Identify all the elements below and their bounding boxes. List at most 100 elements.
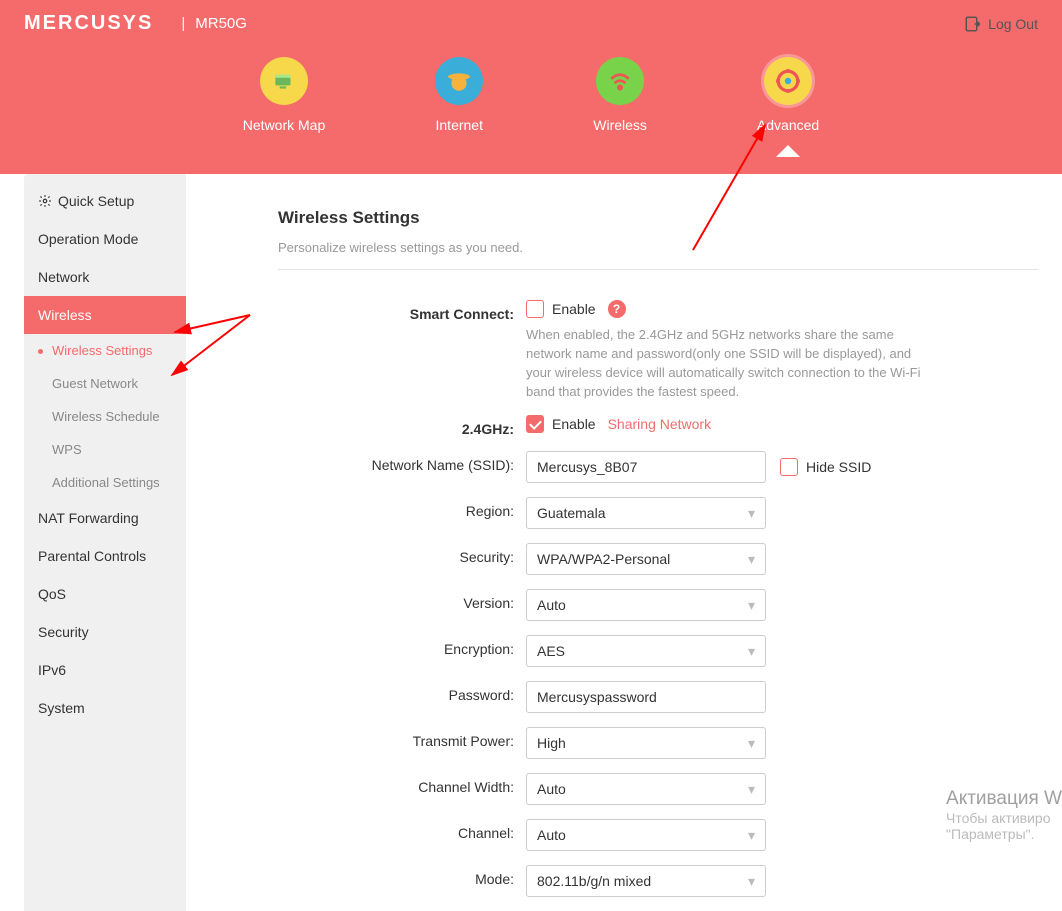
row-mode: Mode: 802.11b/g/n mixed ▾ bbox=[278, 865, 1038, 897]
chevron-down-icon: ▾ bbox=[748, 735, 755, 752]
security-value: WPA/WPA2-Personal bbox=[537, 551, 670, 567]
ssid-label: Network Name (SSID): bbox=[278, 451, 526, 473]
help-icon[interactable]: ? bbox=[608, 300, 626, 318]
sidebar-additional-settings-label: Additional Settings bbox=[52, 475, 160, 490]
sidebar-item-ipv6[interactable]: IPv6 bbox=[24, 651, 186, 689]
sidebar-subitem-guest-network[interactable]: Guest Network bbox=[24, 367, 186, 400]
mode-select[interactable]: 802.11b/g/n mixed ▾ bbox=[526, 865, 766, 897]
tab-network-map-label: Network Map bbox=[243, 117, 325, 133]
chevron-down-icon: ▾ bbox=[748, 551, 755, 568]
password-label: Password: bbox=[278, 681, 526, 703]
band-24-enable-label: Enable bbox=[552, 416, 596, 432]
sidebar-item-operation-mode[interactable]: Operation Mode bbox=[24, 220, 186, 258]
sidebar-quick-setup-label: Quick Setup bbox=[58, 193, 134, 209]
chevron-down-icon: ▾ bbox=[748, 827, 755, 844]
channel-select[interactable]: Auto ▾ bbox=[526, 819, 766, 851]
sidebar-wireless-label: Wireless bbox=[38, 307, 92, 323]
transmit-power-select[interactable]: High ▾ bbox=[526, 727, 766, 759]
chevron-down-icon: ▾ bbox=[748, 505, 755, 522]
smart-connect-checkbox[interactable] bbox=[526, 300, 544, 318]
row-channel-width: Channel Width: Auto ▾ bbox=[278, 773, 1038, 805]
mode-value: 802.11b/g/n mixed bbox=[537, 873, 651, 889]
row-24ghz: 2.4GHz: Enable Sharing Network bbox=[278, 415, 1038, 437]
row-password: Password: bbox=[278, 681, 1038, 713]
tab-advanced-label: Advanced bbox=[757, 117, 819, 133]
sidebar-system-label: System bbox=[38, 700, 85, 716]
mode-label: Mode: bbox=[278, 865, 526, 887]
page-title: Wireless Settings bbox=[278, 208, 1038, 228]
body-area: Quick Setup Operation Mode Network Wirel… bbox=[0, 174, 1062, 911]
sidebar-item-network[interactable]: Network bbox=[24, 258, 186, 296]
sharing-network-link[interactable]: Sharing Network bbox=[608, 416, 712, 432]
band-24-checkbox[interactable] bbox=[526, 415, 544, 433]
network-map-icon bbox=[260, 57, 308, 105]
internet-icon bbox=[435, 57, 483, 105]
sidebar: Quick Setup Operation Mode Network Wirel… bbox=[24, 174, 186, 911]
sidebar-item-security[interactable]: Security bbox=[24, 613, 186, 651]
sidebar-security-label: Security bbox=[38, 624, 89, 640]
content-panel: Wireless Settings Personalize wireless s… bbox=[186, 174, 1038, 911]
logout-button[interactable]: Log Out bbox=[964, 15, 1038, 33]
sidebar-parental-controls-label: Parental Controls bbox=[38, 548, 146, 564]
logout-label: Log Out bbox=[988, 16, 1038, 32]
tab-wireless[interactable]: Wireless bbox=[593, 57, 647, 133]
version-value: Auto bbox=[537, 597, 566, 613]
divider bbox=[278, 269, 1038, 270]
watermark-line1: Активация W bbox=[946, 788, 1062, 810]
channel-value: Auto bbox=[537, 827, 566, 843]
security-label: Security: bbox=[278, 543, 526, 565]
sidebar-nat-forwarding-label: NAT Forwarding bbox=[38, 510, 139, 526]
logout-icon bbox=[964, 15, 982, 33]
smart-connect-enable-label: Enable bbox=[552, 301, 596, 317]
chevron-down-icon: ▾ bbox=[748, 873, 755, 890]
sidebar-item-system[interactable]: System bbox=[24, 689, 186, 727]
channel-width-select[interactable]: Auto ▾ bbox=[526, 773, 766, 805]
channel-width-label: Channel Width: bbox=[278, 773, 526, 795]
sidebar-item-nat-forwarding[interactable]: NAT Forwarding bbox=[24, 499, 186, 537]
tab-wireless-label: Wireless bbox=[593, 117, 647, 133]
sidebar-subitem-wireless-settings[interactable]: Wireless Settings bbox=[24, 334, 186, 367]
encryption-value: AES bbox=[537, 643, 565, 659]
security-select[interactable]: WPA/WPA2-Personal ▾ bbox=[526, 543, 766, 575]
row-ssid: Network Name (SSID): Hide SSID bbox=[278, 451, 1038, 483]
channel-label: Channel: bbox=[278, 819, 526, 841]
sidebar-item-wireless[interactable]: Wireless bbox=[24, 296, 186, 334]
sidebar-operation-mode-label: Operation Mode bbox=[38, 231, 138, 247]
band-24-label: 2.4GHz: bbox=[278, 415, 526, 437]
row-region: Region: Guatemala ▾ bbox=[278, 497, 1038, 529]
sidebar-item-quick-setup[interactable]: Quick Setup bbox=[24, 182, 186, 220]
transmit-power-value: High bbox=[537, 735, 566, 751]
tab-advanced[interactable]: Advanced bbox=[757, 57, 819, 133]
hide-ssid-checkbox[interactable] bbox=[780, 458, 798, 476]
brand-separator: | bbox=[181, 15, 185, 32]
sidebar-subitem-wireless-schedule[interactable]: Wireless Schedule bbox=[24, 400, 186, 433]
sidebar-item-parental-controls[interactable]: Parental Controls bbox=[24, 537, 186, 575]
model-name: MR50G bbox=[195, 15, 247, 32]
version-select[interactable]: Auto ▾ bbox=[526, 589, 766, 621]
hide-ssid-label: Hide SSID bbox=[806, 459, 871, 475]
brand-logo: MERCUSYS bbox=[24, 12, 153, 35]
smart-connect-label: Smart Connect: bbox=[278, 300, 526, 322]
sidebar-subitem-additional-settings[interactable]: Additional Settings bbox=[24, 466, 186, 499]
chevron-down-icon: ▾ bbox=[748, 643, 755, 660]
transmit-power-label: Transmit Power: bbox=[278, 727, 526, 749]
row-smart-connect: Smart Connect: Enable ? When enabled, th… bbox=[278, 300, 1038, 401]
smart-connect-help-text: When enabled, the 2.4GHz and 5GHz networ… bbox=[526, 326, 926, 401]
region-select[interactable]: Guatemala ▾ bbox=[526, 497, 766, 529]
ssid-input[interactable] bbox=[526, 451, 766, 483]
row-channel: Channel: Auto ▾ bbox=[278, 819, 1038, 851]
sidebar-item-qos[interactable]: QoS bbox=[24, 575, 186, 613]
encryption-label: Encryption: bbox=[278, 635, 526, 657]
tab-internet-label: Internet bbox=[436, 117, 483, 133]
sidebar-subitem-wps[interactable]: WPS bbox=[24, 433, 186, 466]
password-input[interactable] bbox=[526, 681, 766, 713]
row-version: Version: Auto ▾ bbox=[278, 589, 1038, 621]
advanced-icon bbox=[764, 57, 812, 105]
topbar: MERCUSYS | MR50G Log Out bbox=[0, 0, 1062, 47]
encryption-select[interactable]: AES ▾ bbox=[526, 635, 766, 667]
row-security: Security: WPA/WPA2-Personal ▾ bbox=[278, 543, 1038, 575]
watermark-line3: "Параметры". bbox=[946, 826, 1062, 842]
tab-internet[interactable]: Internet bbox=[435, 57, 483, 133]
tab-network-map[interactable]: Network Map bbox=[243, 57, 325, 133]
windows-activation-watermark: Активация W Чтобы активиро "Параметры". bbox=[946, 788, 1062, 842]
